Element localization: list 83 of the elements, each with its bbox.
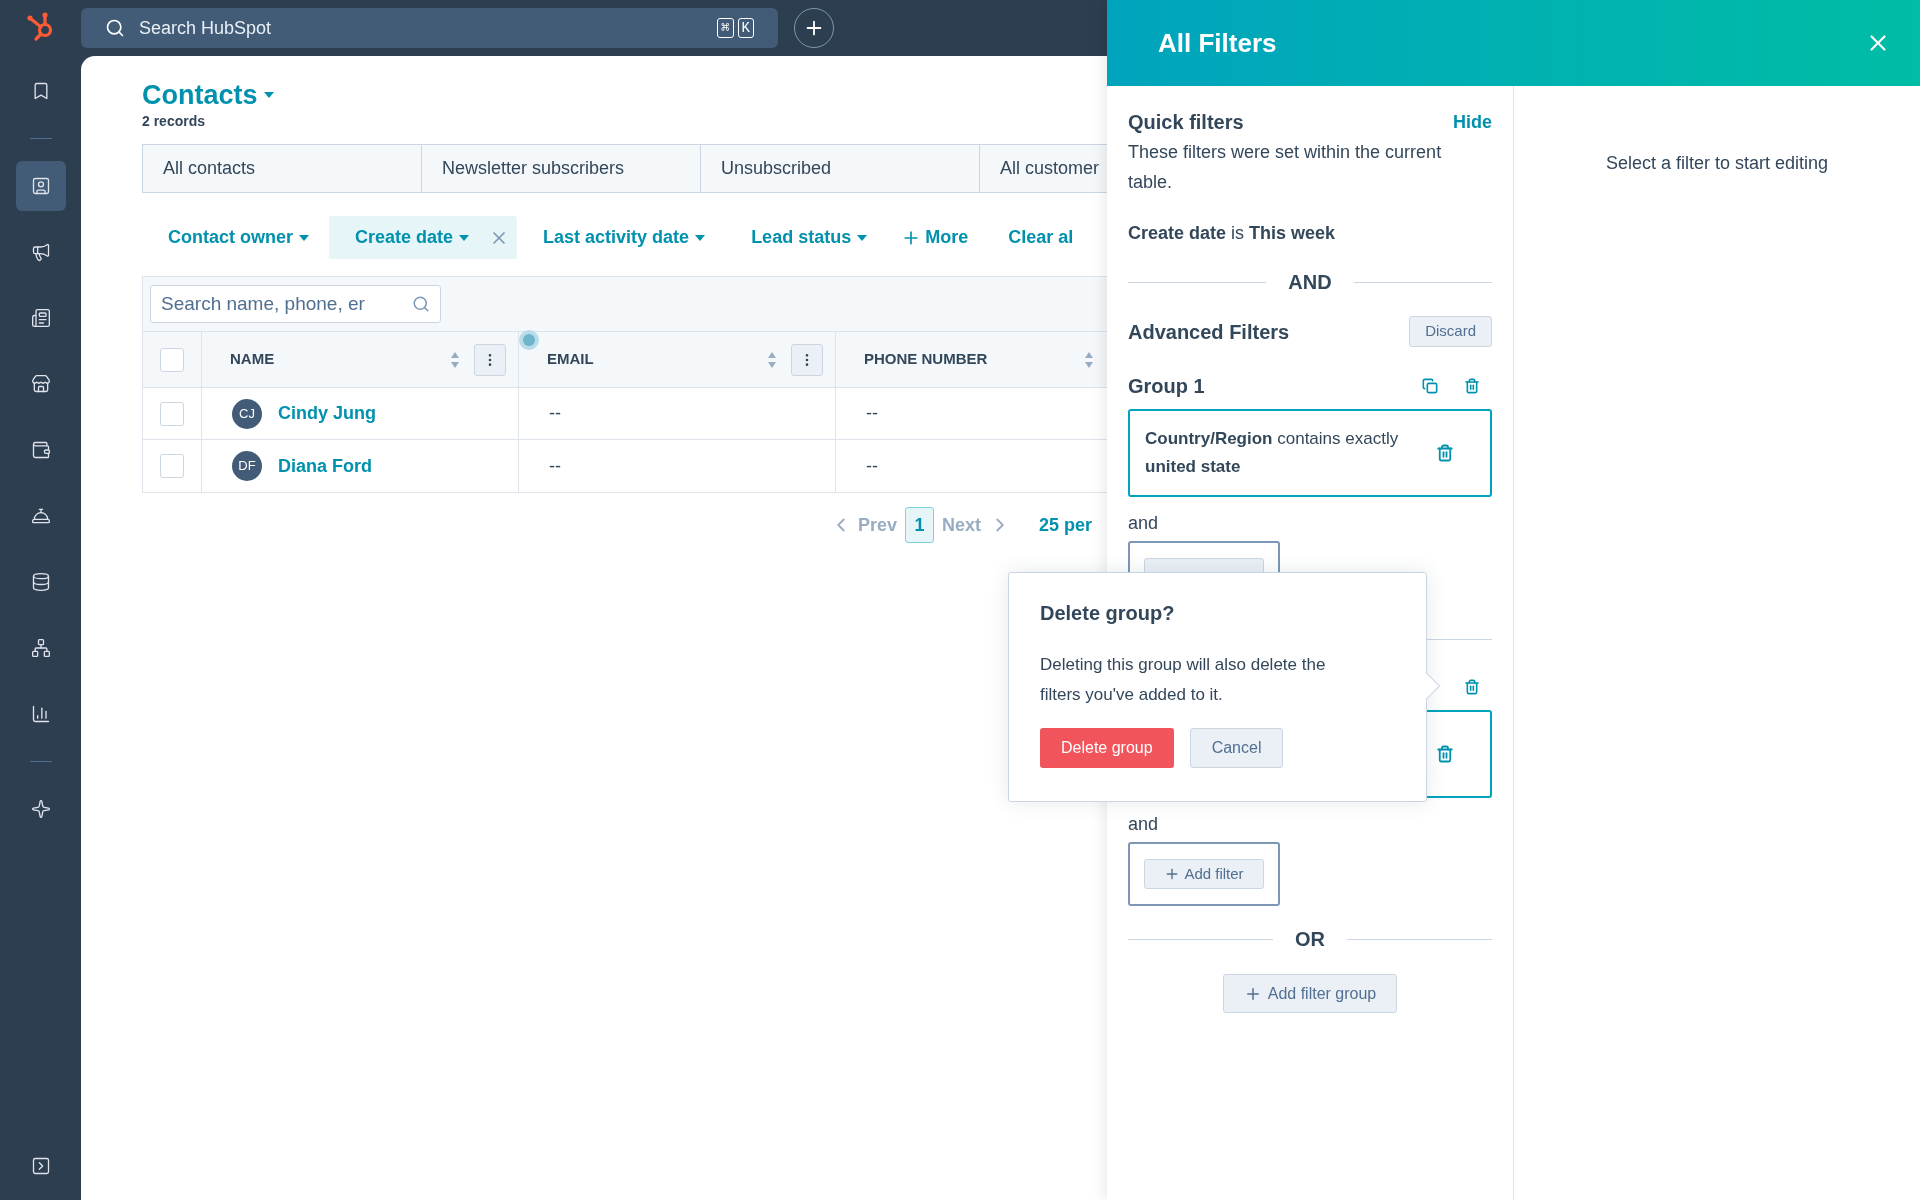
store-icon (30, 374, 51, 394)
view-tab[interactable]: Unsubscribed (700, 144, 980, 193)
checkbox[interactable] (160, 347, 184, 372)
table-cell-text: -- (866, 402, 878, 425)
quick-filter-summary: Create date is This week (1128, 222, 1337, 245)
shortcut-key: ⌘ (717, 18, 734, 38)
trash-icon[interactable] (1436, 745, 1454, 763)
view-tab[interactable]: All customer (979, 144, 1107, 193)
section-heading: Quick filters (1128, 110, 1244, 135)
caret-icon (459, 234, 470, 241)
delete-group-button[interactable]: Delete group (1040, 728, 1174, 768)
panel-title: All Filters (1158, 26, 1277, 60)
sidebar-button[interactable] (15, 161, 66, 211)
next-page-button[interactable]: Next (942, 511, 1012, 539)
editor-hint: Select a filter to start editing (1605, 152, 1829, 174)
network-icon (30, 638, 51, 658)
sort-icon[interactable] (1084, 350, 1094, 369)
add-filter-button[interactable]: Add filter (1144, 859, 1264, 889)
per-page-dropdown[interactable]: 25 per (1039, 511, 1093, 539)
caret-icon (695, 234, 706, 241)
column-header[interactable]: EMAIL (547, 348, 594, 371)
prev-page-button[interactable]: Prev (830, 511, 898, 539)
record-count: 2 records (142, 112, 207, 130)
table-search-input[interactable]: Search name, phone, er (161, 289, 391, 319)
search-bar[interactable]: Search HubSpot ⌘ K (81, 8, 778, 48)
hide-link[interactable]: Hide (1453, 108, 1492, 136)
cancel-button[interactable]: Cancel (1189, 728, 1284, 768)
trash-icon[interactable] (1464, 378, 1480, 394)
sort-icon[interactable] (767, 350, 777, 369)
caret-icon (263, 92, 274, 98)
database-icon (30, 572, 51, 592)
filter-card[interactable]: Country/Region contains exactly united state (1128, 409, 1492, 497)
popover-title: Delete group? (1040, 601, 1176, 626)
view-tab[interactable]: All contacts (142, 144, 422, 193)
table-cell-text: -- (549, 454, 561, 478)
contact-card-icon (30, 176, 51, 196)
sort-icon[interactable] (450, 350, 460, 369)
and-divider-label: AND (1287, 270, 1333, 295)
section-heading: Advanced Filters (1128, 319, 1290, 345)
caret-icon (857, 234, 868, 241)
popover-message: Deleting this group will also delete the filters you've added to it. (1040, 654, 1327, 706)
document-icon (30, 308, 51, 328)
discard-button[interactable]: Discard (1409, 316, 1492, 347)
filter-dropdown[interactable]: Contact owner (142, 224, 329, 251)
bar-chart-icon (30, 704, 51, 724)
checkbox[interactable] (160, 454, 184, 478)
checkbox[interactable] (160, 401, 184, 426)
megaphone-icon (30, 242, 51, 262)
add-filter-group-button[interactable]: Add filter group (1222, 974, 1398, 1013)
clear-all-link[interactable]: Clear al (1008, 224, 1074, 251)
joiner-label: and (1128, 512, 1160, 535)
table-search-field[interactable]: Search name, phone, er (150, 285, 441, 323)
view-tab[interactable]: Newsletter subscribers (421, 144, 701, 193)
avatar: DF (232, 451, 262, 481)
table-cell-text: -- (549, 402, 561, 425)
contact-name-link[interactable]: Diana Ford (278, 452, 372, 480)
trash-icon[interactable] (1436, 444, 1454, 462)
or-divider-label: OR (1294, 927, 1326, 952)
quick-filters-description: These filters were set within the current table. (1128, 141, 1443, 194)
bell-icon (30, 506, 51, 526)
page-number-button[interactable]: 1 (905, 507, 935, 543)
filter-dropdown[interactable]: Last activity date (517, 224, 726, 251)
search-icon (412, 295, 430, 313)
sparkle-icon (30, 799, 51, 819)
caret-icon (299, 234, 309, 241)
shortcut-key: K (737, 18, 754, 38)
joiner-label: and (1128, 813, 1160, 836)
column-header[interactable]: PHONE NUMBER (864, 348, 988, 371)
table-cell-text: -- (866, 454, 878, 478)
wallet-icon (30, 440, 51, 460)
avatar: CJ (232, 398, 262, 429)
group-title: Group 1 (1128, 374, 1205, 399)
expand-sidebar-icon[interactable] (30, 1156, 51, 1176)
column-header[interactable]: NAME (230, 348, 275, 371)
copy-icon[interactable] (1422, 378, 1438, 394)
filter-dropdown[interactable]: Lead status (725, 224, 888, 251)
contact-name-link[interactable]: Cindy Jung (278, 400, 376, 427)
page-title[interactable]: Contacts (142, 78, 258, 112)
more-filters-button[interactable]: More (887, 224, 983, 251)
search-icon (105, 18, 125, 38)
search-input[interactable]: Search HubSpot (139, 14, 718, 42)
trash-icon[interactable] (1464, 679, 1480, 695)
filter-description: Country/Region contains exactly united state (1145, 428, 1400, 478)
